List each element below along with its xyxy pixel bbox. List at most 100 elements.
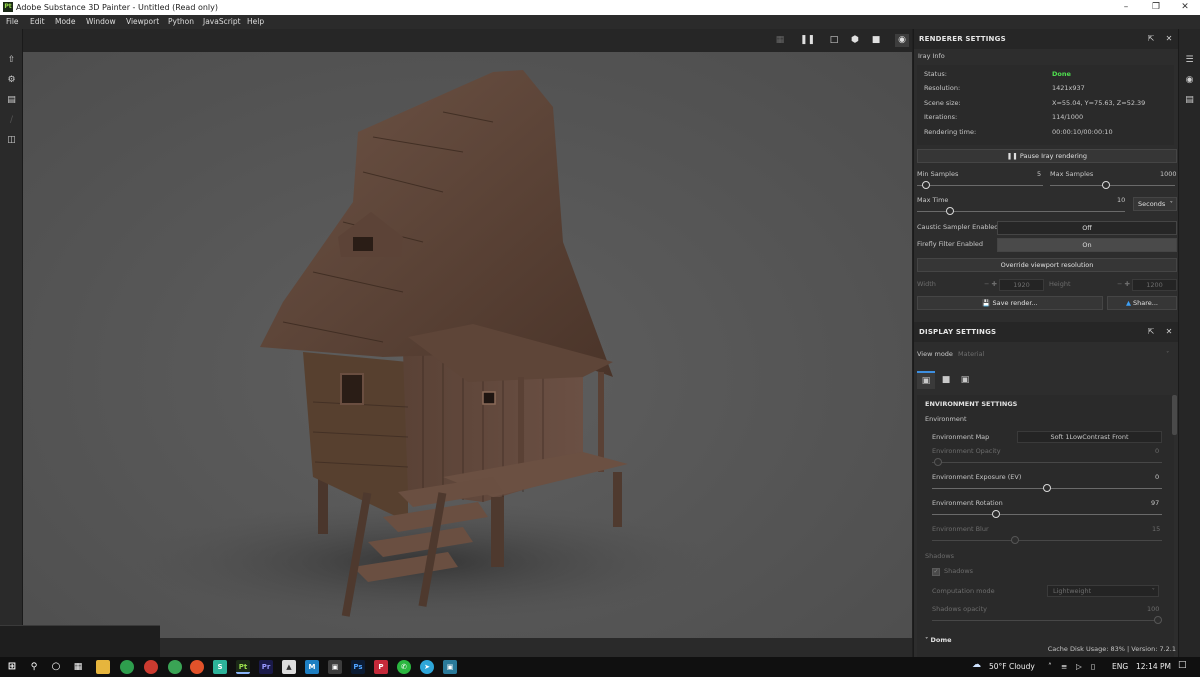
- menu-window[interactable]: Window: [86, 17, 116, 27]
- max-time-label: Max Time: [917, 196, 949, 204]
- app-m-icon[interactable]: M: [305, 660, 319, 674]
- settings-icon[interactable]: ⚙: [6, 75, 17, 86]
- max-samples-slider[interactable]: [1050, 181, 1175, 190]
- menu-viewport[interactable]: Viewport: [126, 17, 159, 27]
- photoshop-icon[interactable]: Ps: [351, 660, 365, 674]
- 3d-viewport[interactable]: [23, 52, 912, 638]
- close-icon[interactable]: ✕: [1164, 326, 1174, 337]
- language-indicator[interactable]: ENG: [1112, 662, 1128, 672]
- list-icon[interactable]: ▤: [1184, 95, 1195, 106]
- volume-icon[interactable]: ▷: [1076, 662, 1082, 672]
- menu-python[interactable]: Python: [168, 17, 194, 27]
- env-map-field[interactable]: Soft 1LowContrast Front: [1017, 431, 1162, 443]
- shadows-opacity-slider[interactable]: [932, 616, 1162, 625]
- maximize-button[interactable]: ❐: [1141, 0, 1171, 15]
- view-mode-value[interactable]: Material: [958, 350, 984, 359]
- env-opacity-slider[interactable]: [932, 458, 1162, 467]
- task-view-icon[interactable]: ▦: [71, 660, 85, 674]
- menu-javascript[interactable]: JavaScript: [203, 17, 241, 27]
- cube-icon[interactable]: ⬢: [848, 34, 862, 47]
- brush-icon[interactable]: ∕: [6, 115, 17, 126]
- photos-icon[interactable]: ▲: [282, 660, 296, 674]
- env-blur-slider[interactable]: [932, 536, 1162, 545]
- pause-icon[interactable]: ❚❚: [800, 34, 815, 47]
- menu-file[interactable]: File: [6, 17, 19, 27]
- sliders-icon[interactable]: ☰: [1184, 55, 1195, 66]
- height-stepper-icon[interactable]: − ✚: [1117, 280, 1130, 289]
- min-samples-slider[interactable]: [917, 181, 1043, 190]
- clock-time[interactable]: 12:14 PM: [1136, 662, 1171, 672]
- chevron-down-icon: ˅: [1169, 200, 1173, 208]
- globe-icon[interactable]: ◉: [1184, 75, 1195, 86]
- substance-painter-taskbar-icon[interactable]: Pt: [236, 660, 250, 674]
- viewport-tab-icon[interactable]: ▣: [958, 373, 972, 387]
- window-title: Adobe Substance 3D Painter - Untitled (R…: [16, 3, 218, 12]
- max-samples-label: Max Samples: [1050, 170, 1094, 178]
- cortana-icon[interactable]: ○: [49, 660, 63, 674]
- firefly-toggle[interactable]: On: [997, 238, 1177, 252]
- file-explorer-icon[interactable]: [96, 660, 110, 674]
- windows-start-icon[interactable]: ⊞: [5, 660, 19, 674]
- close-window-button[interactable]: ✕: [1170, 0, 1200, 15]
- camera-icon[interactable]: ■: [869, 34, 883, 47]
- env-blur-label: Environment Blur: [932, 525, 989, 533]
- menu-help[interactable]: Help: [247, 17, 264, 27]
- computation-mode-dropdown[interactable]: Lightweight ˅: [1047, 585, 1159, 597]
- shadows-checkbox[interactable]: ✓: [932, 568, 940, 576]
- menu-edit[interactable]: Edit: [30, 17, 45, 27]
- document-icon[interactable]: ◫: [6, 135, 17, 146]
- panel-scrollbar[interactable]: [1172, 395, 1177, 435]
- app-window-icon[interactable]: ▣: [328, 660, 342, 674]
- max-time-slider[interactable]: [917, 207, 1125, 216]
- shadows-section-label: Shadows: [925, 552, 955, 560]
- app-s-icon[interactable]: S: [213, 660, 227, 674]
- env-exposure-slider[interactable]: [932, 484, 1162, 493]
- weather-text[interactable]: 50°F Cloudy: [989, 662, 1035, 672]
- share-button[interactable]: ▲ Share...: [1107, 296, 1177, 310]
- app-p-icon[interactable]: P: [374, 660, 388, 674]
- chrome-profile-icon[interactable]: [144, 660, 158, 674]
- undock-icon[interactable]: ⇱: [1146, 326, 1156, 337]
- premiere-icon[interactable]: Pr: [259, 660, 273, 674]
- pause-iray-button[interactable]: ❚❚ Pause Iray rendering: [917, 149, 1177, 163]
- right-panel: RENDERER SETTINGS ⇱ ✕ Iray Info Status: …: [913, 29, 1179, 657]
- save-render-button[interactable]: 💾 Save render...: [917, 296, 1103, 310]
- max-samples-value: 1000: [1160, 170, 1177, 178]
- caustic-toggle[interactable]: Off: [997, 221, 1177, 235]
- telegram-icon[interactable]: ➤: [420, 660, 434, 674]
- chrome-icon[interactable]: [120, 660, 134, 674]
- notifications-icon[interactable]: □: [1178, 660, 1187, 670]
- height-field[interactable]: 1200: [1132, 279, 1177, 291]
- tray-chevron-icon[interactable]: ˄: [1048, 662, 1052, 672]
- dome-section-label[interactable]: ˅ Dome: [925, 636, 952, 645]
- info-label: Status:: [924, 70, 947, 78]
- undock-icon[interactable]: ⇱: [1146, 33, 1156, 44]
- chrome-alt-icon[interactable]: [168, 660, 182, 674]
- env-rotation-slider[interactable]: [932, 510, 1162, 519]
- min-samples-value: 5: [1037, 170, 1042, 178]
- close-icon[interactable]: ✕: [1164, 33, 1174, 44]
- grid-icon[interactable]: ▦: [773, 34, 787, 47]
- camera-tab-icon[interactable]: ■: [939, 373, 953, 387]
- frame-icon[interactable]: □: [827, 34, 841, 47]
- minimize-button[interactable]: –: [1111, 0, 1141, 15]
- network-icon[interactable]: ≡: [1061, 662, 1067, 672]
- app-tool-icon[interactable]: ▣: [443, 660, 457, 674]
- battery-icon[interactable]: ▯: [1091, 662, 1095, 672]
- override-resolution-button[interactable]: Override viewport resolution: [917, 258, 1177, 272]
- firefly-label: Firefly Filter Enabled: [917, 240, 984, 248]
- house-model-render: [133, 70, 713, 622]
- search-icon[interactable]: ⚲: [27, 660, 41, 674]
- brave-icon[interactable]: [190, 660, 204, 674]
- layers-icon[interactable]: ▤: [6, 95, 17, 106]
- min-samples-label: Min Samples: [917, 170, 959, 178]
- menu-mode[interactable]: Mode: [55, 17, 75, 27]
- time-unit-dropdown[interactable]: Seconds ˅: [1133, 197, 1177, 211]
- environment-tab-icon[interactable]: ▣: [917, 371, 935, 389]
- screenshot-icon[interactable]: ◉: [895, 34, 909, 47]
- chevron-down-icon[interactable]: ˅: [1166, 350, 1169, 359]
- export-icon[interactable]: ⇧: [6, 55, 17, 66]
- whatsapp-icon[interactable]: ✆: [397, 660, 411, 674]
- width-stepper-icon[interactable]: − ✚: [984, 280, 997, 289]
- width-field[interactable]: 1920: [999, 279, 1044, 291]
